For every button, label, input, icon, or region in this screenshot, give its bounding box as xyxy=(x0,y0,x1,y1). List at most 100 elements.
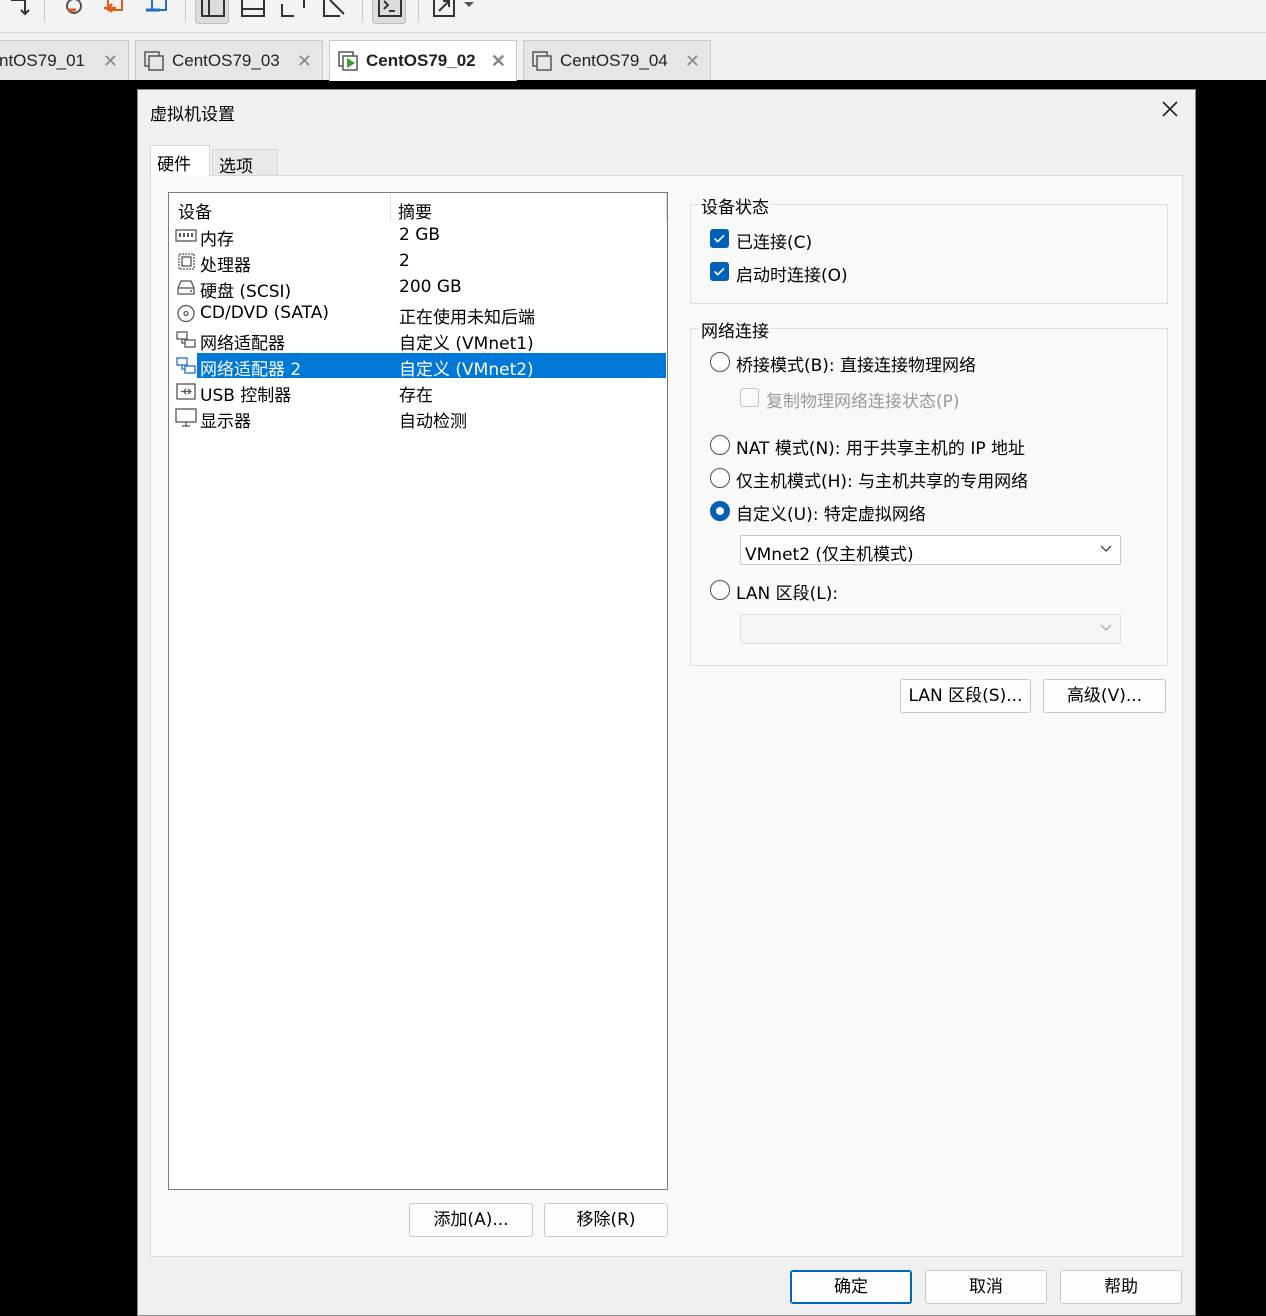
memory-icon xyxy=(175,229,197,242)
device-row-memory[interactable]: 内存 2 GB xyxy=(173,223,666,250)
cancel-button[interactable]: 取消 xyxy=(925,1270,1047,1304)
restore-snapshot-icon[interactable] xyxy=(100,0,130,24)
usb-icon xyxy=(176,383,196,400)
device-name: 网络适配器 xyxy=(200,334,285,354)
console-icon[interactable] xyxy=(375,0,405,24)
dialog-title: 虚拟机设置 xyxy=(150,105,235,125)
group-title: 设备状态 xyxy=(699,193,771,218)
select-value: VMnet2 (仅主机模式) xyxy=(745,545,914,565)
close-icon[interactable]: ✕ xyxy=(103,51,118,72)
advanced-button[interactable]: 高级(V)... xyxy=(1043,679,1166,713)
sidebar-view-icon[interactable] xyxy=(198,0,228,24)
chevron-down-icon xyxy=(1100,545,1112,552)
custom-network-select[interactable]: VMnet2 (仅主机模式) xyxy=(740,535,1121,565)
tab-hardware[interactable]: 硬件 xyxy=(150,145,210,176)
checkmark-icon[interactable] xyxy=(710,229,729,248)
device-name: USB 控制器 xyxy=(200,386,292,406)
network-icon xyxy=(176,331,196,348)
radio-button[interactable] xyxy=(710,352,730,372)
radio-label: 自定义(U): 特定虚拟网络 xyxy=(736,505,926,525)
device-list-header: 设备 摘要 xyxy=(169,193,667,223)
vm-running-icon xyxy=(338,51,358,71)
device-summary: 2 GB xyxy=(399,225,441,245)
fullscreen-icon[interactable] xyxy=(278,0,308,24)
close-icon[interactable]: ✕ xyxy=(685,51,700,72)
device-summary: 自定义 (VMnet2) xyxy=(399,360,534,380)
chevron-down-icon xyxy=(1100,624,1112,631)
close-icon[interactable] xyxy=(1159,98,1181,120)
checkbox-label: 已连接(C) xyxy=(736,233,813,253)
vm-icon xyxy=(144,50,164,71)
tab-label: ntOS79_01 xyxy=(0,50,86,70)
help-button[interactable]: 帮助 xyxy=(1060,1270,1182,1304)
column-device[interactable]: 设备 xyxy=(178,198,212,223)
network-connection-group: 网络连接 桥接模式(B): 直接连接物理网络 复制物理网络连接状态(P) NAT… xyxy=(690,317,1168,666)
device-summary: 自定义 (VMnet1) xyxy=(399,334,534,354)
add-button[interactable]: 添加(A)... xyxy=(409,1203,533,1237)
ok-button[interactable]: 确定 xyxy=(790,1270,912,1304)
device-summary: 2 xyxy=(399,251,410,271)
radio-label: 桥接模式(B): 直接连接物理网络 xyxy=(736,356,977,376)
radio-label: 仅主机模式(H): 与主机共享的专用网络 xyxy=(736,472,1029,492)
close-icon[interactable]: ✕ xyxy=(297,51,312,72)
device-row-usb[interactable]: USB 控制器 存在 xyxy=(173,379,666,406)
device-row-network-adapter-2[interactable]: 网络适配器 2 自定义 (VMnet2) xyxy=(173,353,666,380)
column-summary[interactable]: 摘要 xyxy=(398,198,432,223)
device-summary: 自动检测 xyxy=(399,412,467,432)
device-row-cpu[interactable]: 处理器 2 xyxy=(173,249,666,276)
harddisk-icon xyxy=(177,280,195,295)
device-summary: 200 GB xyxy=(399,277,462,297)
radio-button[interactable] xyxy=(710,580,730,600)
device-row-cdrom[interactable]: CD/DVD (SATA) 正在使用未知后端 xyxy=(173,301,666,328)
device-summary: 存在 xyxy=(399,386,433,406)
hardware-panel: 设备 摘要 内存 2 GB 处理器 2 硬盘 (SCSI) 200 GB CD/… xyxy=(150,175,1183,1257)
device-row-harddisk[interactable]: 硬盘 (SCSI) 200 GB xyxy=(173,275,666,302)
tab-centos79-01[interactable]: ntOS79_01 ✕ xyxy=(0,40,129,80)
radio-label: LAN 区段(L): xyxy=(736,584,839,604)
tab-centos79-04[interactable]: CentOS79_04 ✕ xyxy=(523,40,711,80)
tab-label: CentOS79_04 xyxy=(560,50,668,70)
checkmark-icon[interactable] xyxy=(710,262,729,281)
device-status-group: 设备状态 已连接(C) 启动时连接(O) xyxy=(690,193,1168,304)
display-icon xyxy=(175,408,197,427)
download-icon[interactable] xyxy=(6,0,36,24)
checkbox-label: 复制物理网络连接状态(P) xyxy=(766,392,960,412)
revert-snapshot-icon[interactable] xyxy=(60,0,90,24)
device-name: 显示器 xyxy=(200,412,251,432)
close-icon[interactable]: ✕ xyxy=(491,51,506,72)
snapshot-manager-icon[interactable] xyxy=(142,0,172,24)
lan-segment-select[interactable] xyxy=(740,614,1121,644)
vm-icon xyxy=(532,50,552,71)
network-icon xyxy=(176,357,196,374)
dropdown-arrow-icon[interactable] xyxy=(460,0,480,24)
stretch-icon[interactable] xyxy=(430,0,460,24)
tab-label: CentOS79_02 xyxy=(366,51,476,70)
checkbox-label: 启动时连接(O) xyxy=(736,266,848,286)
cpu-icon xyxy=(178,253,195,270)
cdrom-icon xyxy=(177,304,195,323)
device-row-network-adapter[interactable]: 网络适配器 自定义 (VMnet1) xyxy=(173,327,666,354)
device-name: 硬盘 (SCSI) xyxy=(200,282,292,302)
radio-button[interactable] xyxy=(710,501,730,521)
tab-label: CentOS79_03 xyxy=(172,50,280,70)
vm-tab-strip: ntOS79_01 ✕ CentOS79_03 ✕ CentOS79_02 ✕ … xyxy=(0,33,1266,81)
tab-centos79-03[interactable]: CentOS79_03 ✕ xyxy=(135,40,323,80)
device-name: 网络适配器 2 xyxy=(200,360,302,380)
device-summary: 正在使用未知后端 xyxy=(399,308,535,328)
remove-button[interactable]: 移除(R) xyxy=(544,1203,668,1237)
toolbar xyxy=(0,0,1266,33)
unity-mode-icon[interactable] xyxy=(320,0,350,24)
thumbnail-bar-icon[interactable] xyxy=(238,0,268,24)
device-name: 处理器 xyxy=(200,256,251,276)
checkbox[interactable] xyxy=(740,388,759,407)
vm-settings-dialog: 虚拟机设置 硬件 选项 设备 摘要 内存 2 GB 处理器 2 硬盘 (SCSI… xyxy=(137,89,1196,1316)
radio-button[interactable] xyxy=(710,435,730,455)
device-row-display[interactable]: 显示器 自动检测 xyxy=(173,405,666,432)
device-name: 内存 xyxy=(200,230,234,250)
tab-options[interactable]: 选项 xyxy=(212,149,278,177)
radio-button[interactable] xyxy=(710,468,730,488)
radio-label: NAT 模式(N): 用于共享主机的 IP 地址 xyxy=(736,439,1025,459)
lan-segments-button[interactable]: LAN 区段(S)... xyxy=(900,679,1031,713)
tab-centos79-02[interactable]: CentOS79_02 ✕ xyxy=(329,40,517,81)
device-list[interactable]: 设备 摘要 内存 2 GB 处理器 2 硬盘 (SCSI) 200 GB CD/… xyxy=(168,192,668,1190)
